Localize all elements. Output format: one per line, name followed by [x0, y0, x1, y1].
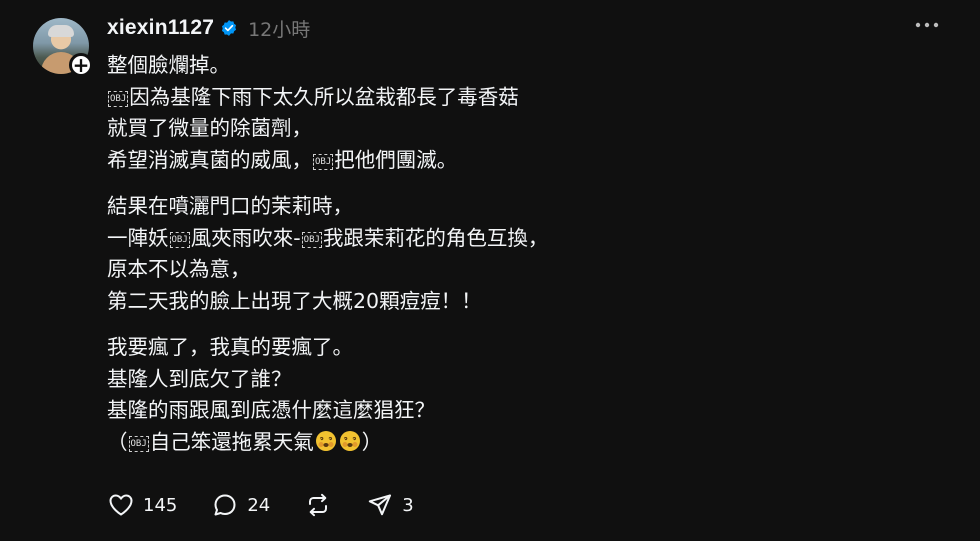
post-text: 因為基隆下雨下太久所以盆栽都長了毒香菇 — [129, 84, 519, 109]
post-text: 一陣妖 — [107, 225, 169, 250]
post-text: ） — [361, 429, 383, 454]
post-text: 基隆的雨跟風到底憑什麼這麼猖狂？ — [107, 398, 435, 422]
comment-bubble-icon — [214, 494, 236, 516]
post-line: 整個臉爛掉。 — [107, 50, 947, 82]
post-body: 整個臉爛掉。 OBJ 因為基隆下雨下太久所以盆栽都長了毒香菇 就買了微量的除菌劑， 希望… — [107, 50, 947, 458]
post-line: 就買了微量的除菌劑， — [107, 113, 947, 145]
post-paragraph: 結果在噴灑門口的茉莉時， 一陣妖 OBJ 風夾雨吹來- OBJ 我跟茉莉花的角色互換， 原本… — [107, 191, 947, 317]
object-replacement-glyph: OBJ — [128, 435, 149, 452]
post-text: 自己笨還拖累天氣 — [149, 429, 314, 454]
face-with-spiral-eyes-emoji — [315, 430, 336, 451]
share-button[interactable]: 3 — [366, 491, 414, 519]
post-line: 第二天我的臉上出現了大概20顆痘痘！！ — [107, 286, 947, 318]
post-line: 結果在噴灑門口的茉莉時， — [107, 191, 947, 223]
post-header: xiexin1127 12小時 — [107, 12, 310, 44]
username[interactable]: xiexin1127 — [107, 16, 214, 40]
post-line: （OBJ 自己笨還拖累天氣 ） — [107, 427, 947, 459]
post-paragraph: 我要瘋了，我真的要瘋了。 基隆人到底欠了誰？ 基隆的雨跟風到底憑什麼這麼猖狂？ （OB… — [107, 332, 947, 458]
more-horizontal-icon[interactable] — [914, 18, 940, 32]
post-line: OBJ 因為基隆下雨下太久所以盆栽都長了毒香菇 — [107, 82, 947, 114]
send-icon — [369, 494, 392, 516]
face-with-spiral-eyes-emoji — [339, 430, 360, 451]
follow-plus-icon[interactable]: + — [69, 53, 93, 77]
post-text: 就買了微量的除菌劑， — [107, 116, 312, 140]
object-replacement-glyph: OBJ — [169, 231, 190, 248]
object-replacement-glyph: OBJ — [108, 90, 129, 107]
post-text: 希望消滅真菌的威風， — [107, 147, 312, 172]
post-timestamp: 12小時 — [248, 18, 311, 41]
avatar-cap — [48, 25, 74, 37]
post-line: 希望消滅真菌的威風， OBJ 把他們團滅。 — [107, 145, 947, 177]
post-text: 風夾雨吹來- — [190, 225, 301, 250]
repost-icon — [309, 493, 328, 517]
post-text: 我要瘋了，我真的要瘋了。 — [107, 335, 353, 359]
post-line: 我要瘋了，我真的要瘋了。 — [107, 332, 947, 364]
heart-icon — [109, 494, 133, 516]
post-text: 把他們團滅。 — [334, 147, 458, 172]
post-line: 基隆的雨跟風到底憑什麼這麼猖狂？ — [107, 395, 947, 427]
post-text: 結果在噴灑門口的茉莉時， — [107, 194, 353, 218]
repost-button[interactable] — [304, 491, 332, 519]
comment-count: 24 — [247, 494, 271, 516]
post-line: 原本不以為意， — [107, 254, 947, 286]
comment-button[interactable]: 24 — [211, 491, 270, 519]
post-paragraph: 整個臉爛掉。 OBJ 因為基隆下雨下太久所以盆栽都長了毒香菇 就買了微量的除菌劑， 希望… — [107, 50, 947, 176]
action-bar: 145 24 3 — [107, 489, 448, 521]
post-text: （ — [107, 429, 128, 454]
like-button[interactable]: 145 — [107, 491, 177, 519]
thread-post: + xiexin1127 12小時 整個臉爛掉。 OBJ 因為基隆下雨下太久所以盆栽… — [0, 0, 980, 541]
post-text: 基隆人到底欠了誰？ — [107, 366, 292, 391]
like-count: 145 — [143, 494, 178, 516]
post-text: 整個臉爛掉。 — [107, 53, 230, 77]
share-count: 3 — [402, 494, 414, 516]
post-line: 基隆人到底欠了誰？ — [107, 364, 947, 396]
object-replacement-glyph: OBJ — [301, 231, 322, 248]
avatar-wrapper[interactable]: + — [33, 18, 93, 77]
post-text: 原本不以為意， — [107, 257, 251, 281]
post-text: 第二天我的臉上出現了大概20顆痘痘！！ — [107, 288, 482, 313]
object-replacement-glyph: OBJ — [313, 153, 334, 170]
verified-badge-icon — [222, 20, 237, 36]
post-text: 我跟茉莉花的角色互換， — [322, 225, 549, 250]
post-line: 一陣妖 OBJ 風夾雨吹來- OBJ 我跟茉莉花的角色互換， — [107, 223, 947, 255]
